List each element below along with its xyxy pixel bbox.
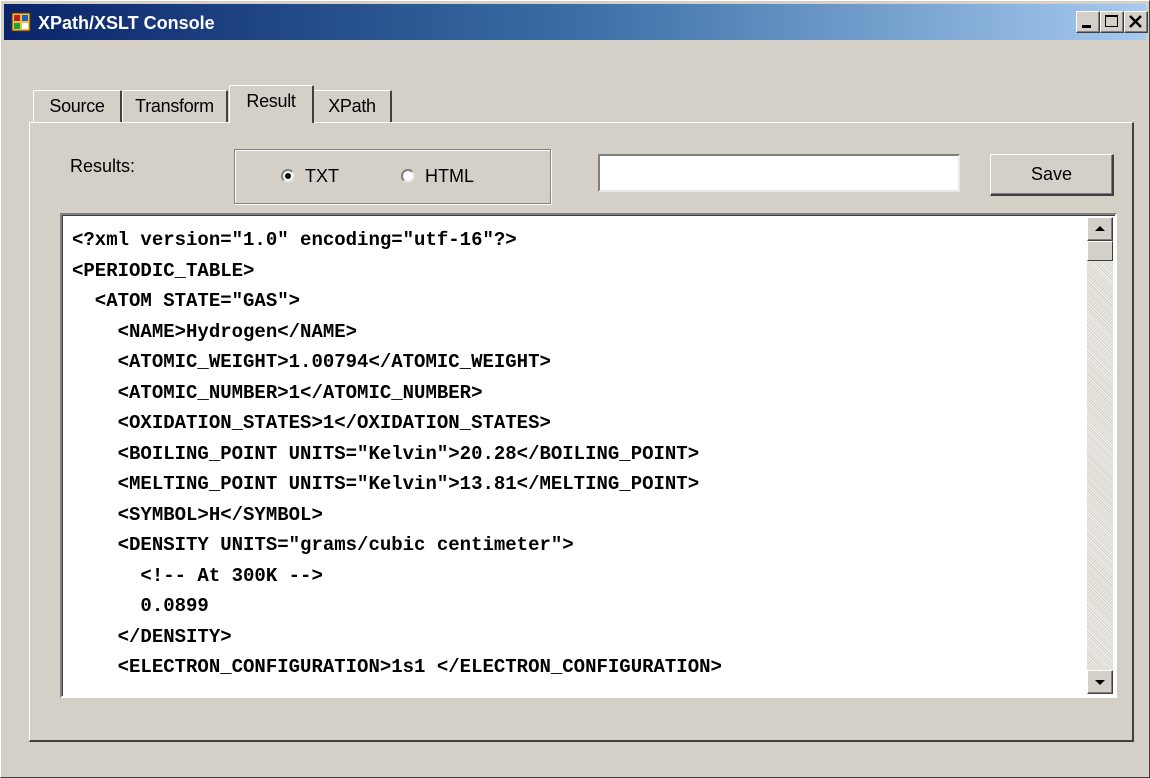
radio-unchecked-icon xyxy=(401,169,415,184)
output-line: <?xml version="1.0" encoding="utf-16"?> xyxy=(72,229,517,251)
maximize-button[interactable] xyxy=(1100,11,1124,33)
app-window: XPath/XSLT Console Source Transform Resu… xyxy=(0,0,1150,778)
output-path-input[interactable] xyxy=(598,154,960,192)
html-radio-label: HTML xyxy=(425,166,474,186)
txt-radio-label: TXT xyxy=(305,166,339,186)
minimize-button[interactable] xyxy=(1076,11,1100,33)
tab-label: Result xyxy=(246,91,296,111)
scroll-up-arrow-icon xyxy=(1095,226,1105,231)
vertical-scrollbar[interactable] xyxy=(1087,217,1113,694)
tab-label: Transform xyxy=(135,96,214,116)
output-line: 0.0899 xyxy=(72,595,209,617)
output-line: <ATOMIC_WEIGHT>1.00794</ATOMIC_WEIGHT> xyxy=(72,351,551,373)
app-window-icon xyxy=(11,12,31,32)
output-line: <NAME>Hydrogen</NAME> xyxy=(72,320,358,343)
results-label: Results: xyxy=(70,156,136,176)
maximize-icon xyxy=(1105,15,1118,27)
close-button[interactable] xyxy=(1124,11,1148,33)
output-line: <SYMBOL>H</SYMBOL> xyxy=(72,503,323,526)
output-line: </DENSITY> xyxy=(72,625,232,648)
output-line: <DENSITY UNITS="grams/cubic centimeter"> xyxy=(72,534,574,556)
tab-source[interactable]: Source xyxy=(33,90,122,123)
title-bar[interactable]: XPath/XSLT Console xyxy=(4,4,1148,40)
tab-transform[interactable]: Transform xyxy=(122,90,228,123)
output-line: <OXIDATION_STATES>1</OXIDATION_STATES> xyxy=(72,412,551,434)
save-button[interactable]: Save xyxy=(990,154,1114,196)
scroll-up-button[interactable] xyxy=(1087,217,1113,241)
output-line: <MELTING_POINT UNITS="Kelvin">13.81</MEL… xyxy=(72,473,700,495)
output-line: <BOILING_POINT UNITS="Kelvin">20.28</BOI… xyxy=(72,442,700,465)
output-line: <ATOM STATE="GAS"> xyxy=(72,290,301,312)
scroll-down-arrow-icon xyxy=(1095,680,1105,685)
output-line: <ELECTRON_CONFIGURATION>1s1 </ELECTRON_C… xyxy=(72,656,722,678)
txt-radio[interactable]: TXT xyxy=(281,164,339,188)
result-output-textarea[interactable]: <?xml version="1.0" encoding="utf-16"?> <… xyxy=(60,213,1117,698)
tab-result[interactable]: Result xyxy=(229,85,314,123)
scroll-down-button[interactable] xyxy=(1087,670,1113,694)
tab-label: Source xyxy=(49,96,105,116)
tab-xpath[interactable]: XPath xyxy=(313,90,392,123)
close-icon xyxy=(1129,15,1142,28)
output-line: <PERIODIC_TABLE> xyxy=(72,259,255,282)
radio-checked-icon xyxy=(281,169,295,184)
result-output-text: <?xml version="1.0" encoding="utf-16"?> <… xyxy=(72,225,1082,695)
output-line: <!-- At 300K --> xyxy=(72,564,323,587)
scroll-thumb[interactable] xyxy=(1087,241,1113,261)
minimize-icon xyxy=(1082,25,1091,28)
tab-label: XPath xyxy=(328,96,376,116)
window-title: XPath/XSLT Console xyxy=(38,13,215,33)
output-line: <ATOMIC_NUMBER>1</ATOMIC_NUMBER> xyxy=(72,381,483,404)
html-radio[interactable]: HTML xyxy=(401,164,474,188)
